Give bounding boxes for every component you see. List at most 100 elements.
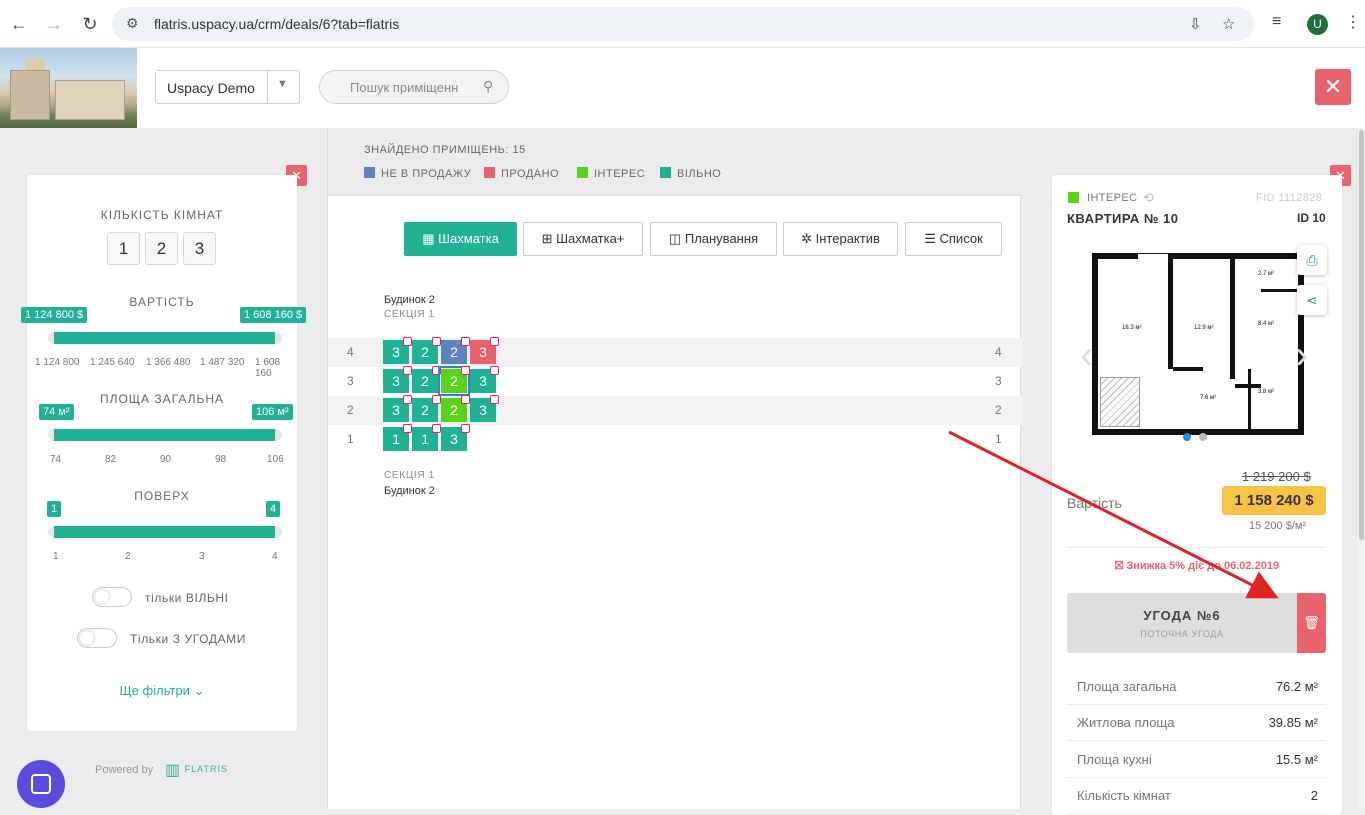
reload-icon[interactable]: ↻ [78,12,102,36]
install-icon[interactable]: ⇩ [1189,15,1202,33]
price-tick: 1 366 480 [146,357,191,368]
view-chessboard-plus-button[interactable]: ⊞ Шахматка+ [523,222,643,256]
view-layout-button[interactable]: ◫ Планування [650,222,777,256]
area-tick: 74 [50,454,62,465]
gift-icon [403,337,412,346]
grid-icon: ▦ [422,231,435,246]
prop-row: Площа кухні 15.5 м² [1067,742,1326,778]
more-filters-link[interactable]: Ще фільтри ⌄ [27,683,297,699]
free-only-label: тільки ВІЛЬНІ [145,591,229,605]
chevron-down-icon: ⌄ [193,683,205,698]
fid-label: FID 1112828 [1256,192,1323,204]
floor-plan-image: 2.7 м² 18.3 м² 12.9 м² 8.4 м² 7.6 м² 3.8… [1092,253,1304,435]
unit-cell[interactable]: 1 [412,424,441,451]
flatris-logo: ▥ FLATRIS [165,760,228,780]
area-slider[interactable] [48,429,282,441]
unit-cell[interactable]: 2 [412,337,441,364]
free-only-toggle[interactable] [92,587,132,607]
legend-not-for-sale: НЕ В ПРОДАЖУ [364,167,471,180]
share-icon[interactable]: ⋖ [1297,285,1327,315]
floor-range[interactable] [54,526,275,538]
floor-number: 1 [347,432,354,446]
deals-only-toggle[interactable] [77,628,117,648]
old-price: 1 219 200 $ [1242,469,1311,484]
unit-cell[interactable]: 2 [441,395,470,422]
rooms-2-button[interactable]: 2 [145,232,178,265]
unit-cell[interactable]: 3 [470,337,499,364]
unit-cell[interactable]: 2 [441,337,470,364]
gift-icon [432,337,441,346]
status-label: ІНТЕРЕС [1087,192,1138,204]
rooms-1-button[interactable]: 1 [107,232,140,265]
unit-cell[interactable]: 2 [412,395,441,422]
legend-interest: ІНТЕРЕС [577,167,645,180]
next-image-icon[interactable]: › [1295,333,1308,378]
area-tick: 82 [105,454,117,465]
unit-cell[interactable]: 2 [438,366,470,396]
floor-number: 2 [347,403,354,417]
floor-row: 443223 [328,337,1022,367]
page-scrollbar-thumb[interactable] [1359,130,1364,540]
floor-number: 3 [347,374,354,388]
site-settings-icon[interactable]: ⚙ [126,15,139,32]
floor-number: 2 [995,403,1002,417]
company-select[interactable]: Uspacy Demo ▼ [155,70,300,104]
more-filters-label: Ще фільтри [119,683,190,698]
discount-note: ⛝ Знижка 5% діє до 06.02.2019 [1114,560,1280,572]
unit-cell[interactable]: 3 [441,424,470,451]
gift-icon [403,366,412,375]
print-icon[interactable]: ⎙ [1297,245,1327,275]
unit-cell[interactable]: 3 [470,366,499,393]
chevron-down-icon[interactable]: ▼ [277,78,288,90]
floor-slider[interactable] [48,526,282,538]
unit-cell[interactable]: 2 [412,366,441,393]
browser-toolbar: ← → ↻ ⚙ flatris.uspacy.ua/crm/deals/6?ta… [0,0,1365,48]
price-range[interactable] [54,332,275,344]
view-chessboard-button[interactable]: ▦ Шахматка [404,222,517,256]
floor-tick: 2 [125,551,131,562]
url-text[interactable]: flatris.uspacy.ua/crm/deals/6?tab=flatri… [154,16,399,32]
search-icon[interactable]: ⚲ [483,78,493,95]
search-placeholder: Пошук приміщенн [350,80,459,95]
deal-title: УГОДА №6 [1143,608,1221,623]
area-range[interactable] [54,429,275,441]
history-icon[interactable]: ⟲ [1143,190,1154,206]
gift-icon [490,337,499,346]
gift-icon [403,395,412,404]
bookmark-star-icon[interactable]: ☆ [1222,15,1235,33]
unit-detail-panel: ІНТЕРЕС ⟲ FID 1112828 КВАРТИРА № 10 ID 1… [1052,175,1342,815]
search-input[interactable]: Пошук приміщенн ⚲ [319,70,509,104]
area-tick: 90 [160,454,172,465]
unit-cell[interactable]: 3 [383,337,412,364]
view-list-button[interactable]: ☰ Список [905,222,1002,256]
delete-deal-button[interactable]: 🗑 [1297,593,1326,653]
profile-avatar[interactable]: U [1307,14,1328,35]
view-interactive-button[interactable]: ✲ Інтерактив [783,222,898,256]
forward-icon[interactable]: → [42,12,66,36]
rooms-3-button[interactable]: 3 [183,232,216,265]
menu-icon[interactable]: ⋮ [1345,12,1361,32]
back-icon[interactable]: ← [7,12,31,36]
chat-widget-button[interactable] [17,760,65,808]
prev-image-icon[interactable]: ‹ [1080,333,1093,378]
floor-number: 3 [995,374,1002,388]
deal-button[interactable]: УГОДА №6 ПОТОЧНА УГОДА [1067,593,1297,653]
unit-cell[interactable]: 3 [383,395,412,422]
carousel-dot[interactable] [1183,433,1191,441]
unit-cell[interactable]: 3 [383,366,412,393]
close-button[interactable]: ✕ [1315,69,1351,105]
area-tick: 106 [267,454,284,465]
unit-cell[interactable]: 1 [383,424,412,451]
price-max-tag: 1 608 160 $ [240,307,307,323]
address-bar[interactable]: ⚙ flatris.uspacy.ua/crm/deals/6?tab=flat… [112,7,1254,41]
price-slider[interactable] [48,332,282,344]
gift-icon [432,424,441,433]
carousel-dot[interactable] [1199,433,1207,441]
price-tick: 1 245 640 [90,357,135,368]
media-icon[interactable]: ≡ [1272,13,1281,31]
unit-cell[interactable]: 3 [470,395,499,422]
floor-row: 333223 [328,366,1022,396]
price-tick: 1 487 320 [200,357,245,368]
grid-header: ЗНАЙДЕНО ПРИМІЩЕНЬ: 15 НЕ В ПРОДАЖУ ПРОД… [328,128,1022,196]
app-header: Uspacy Demo ▼ Пошук приміщенн ⚲ ✕ [0,48,1365,128]
